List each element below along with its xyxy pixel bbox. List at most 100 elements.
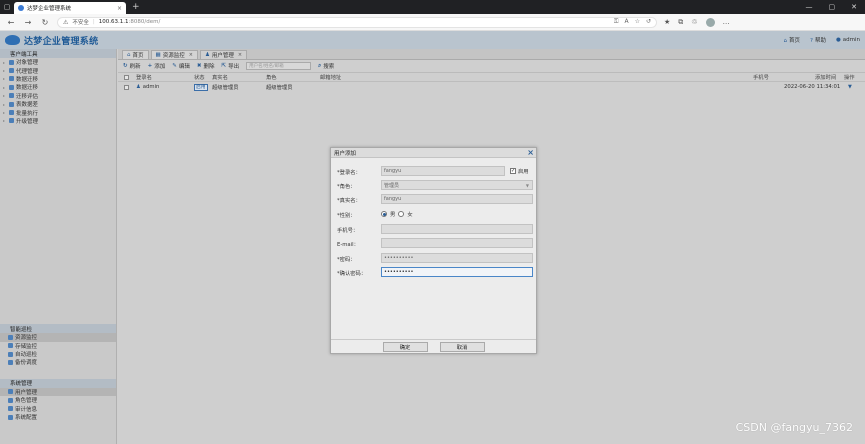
home-icon: ⌂ xyxy=(783,38,788,44)
monitor-icon xyxy=(8,334,13,340)
realname-label: *真实名： xyxy=(337,198,361,204)
column-phone[interactable]: 手机号 xyxy=(753,73,769,81)
phone-field[interactable] xyxy=(381,224,533,234)
add-button[interactable]: + 添加 xyxy=(148,62,166,70)
add-favorite-icon[interactable]: ☆ xyxy=(635,18,640,26)
sidebar-item-diff[interactable]: ▸ 表数据差 xyxy=(0,100,116,108)
user-menu[interactable]: ● admin xyxy=(836,37,860,43)
gender-radio-group: 男 女 xyxy=(381,210,413,218)
sidebar-item-object[interactable]: ▸ 对象管理 xyxy=(0,58,116,66)
cell-login: admin xyxy=(142,84,160,90)
panel-header-system[interactable]: 系统管理 xyxy=(0,378,116,388)
close-icon[interactable]: × xyxy=(527,148,534,157)
cloud-logo-icon xyxy=(5,35,20,45)
sidebar-item-upgrade[interactable]: ▸ 升级管理 xyxy=(0,117,116,125)
users-icon: ♟ xyxy=(204,52,210,58)
enable-toggle[interactable]: ✓ 启用 xyxy=(510,167,529,175)
chevron-down-icon[interactable]: ▼ xyxy=(848,84,852,90)
sidebar-item-roles[interactable]: 角色管理 xyxy=(0,396,116,404)
select-all-checkbox[interactable] xyxy=(124,74,129,80)
search-button[interactable]: ⌕ 搜索 xyxy=(318,62,334,71)
sidebar-item-auto-inspect[interactable]: 自动巡检 xyxy=(0,350,116,358)
column-role[interactable]: 角色 xyxy=(266,73,277,81)
role-select[interactable]: 管理员 ▼ xyxy=(381,180,533,190)
female-radio[interactable] xyxy=(398,211,405,217)
close-window-icon[interactable]: ✕ xyxy=(851,3,857,11)
window-menu-icon[interactable]: ▢ xyxy=(0,0,14,14)
refresh-page-icon[interactable]: ↺ xyxy=(646,18,651,26)
refresh-icon: ↻ xyxy=(123,63,128,69)
config-icon xyxy=(8,414,13,420)
male-radio[interactable] xyxy=(381,211,387,217)
column-action[interactable]: 操作 xyxy=(844,73,855,81)
panel-header-inspect[interactable]: 智能巡检 xyxy=(0,324,116,334)
collections-icon[interactable]: ⧉ xyxy=(678,18,683,27)
user-icon: ♟ xyxy=(136,84,141,90)
table-row[interactable]: ♟ admin 启用 超级管理员 超级管理员 2022-06-20 11:34:0… xyxy=(118,82,865,92)
password-field[interactable]: •••••••••• xyxy=(381,253,533,263)
close-tab-icon[interactable]: × xyxy=(117,5,122,12)
sidebar-item-storage-monitor[interactable]: 存储监控 xyxy=(0,342,116,350)
folder-icon xyxy=(9,84,14,90)
realname-field[interactable]: fangyu xyxy=(381,194,533,204)
sidebar-item-batch[interactable]: ▸ 批量执行 xyxy=(0,108,116,117)
cancel-button[interactable]: 取消 xyxy=(439,341,485,352)
chevron-down-icon: ▼ xyxy=(525,182,529,188)
close-icon[interactable]: × xyxy=(189,52,193,58)
cell-role: 超级管理员 xyxy=(266,85,293,91)
enable-checkbox[interactable]: ✓ xyxy=(510,168,516,174)
row-checkbox[interactable] xyxy=(124,84,129,90)
sidebar-item-audit[interactable]: 审计信息 xyxy=(0,404,116,413)
more-icon[interactable]: … xyxy=(723,18,730,27)
edit-button[interactable]: ✎ 编辑 xyxy=(172,62,190,70)
maximize-icon[interactable]: ▢ xyxy=(829,3,836,11)
refresh-button[interactable]: ↻ 刷新 xyxy=(123,62,141,70)
tab-resource-monitor[interactable]: ▦ 资源监控 × xyxy=(150,50,198,59)
email-field[interactable] xyxy=(381,238,533,248)
close-icon[interactable]: × xyxy=(238,52,242,58)
tab-user-management[interactable]: ♟ 用户管理 × xyxy=(199,50,248,59)
sidebar-item-agent[interactable]: ▸ 代理管理 xyxy=(0,66,116,75)
user-add-dialog: 用户添加 × *登录名： fangyu ✓ 启用 *角色： 管理员 ▼ *真实名： … xyxy=(330,147,537,354)
export-button[interactable]: ⇱ 导出 xyxy=(222,62,240,70)
gender-label: *性别： xyxy=(337,213,356,219)
reload-icon[interactable]: ↻ xyxy=(40,18,50,27)
sidebar-item-resource-monitor[interactable]: 资源监控 xyxy=(0,333,116,342)
forward-icon[interactable]: → xyxy=(23,18,33,27)
login-field[interactable]: fangyu xyxy=(381,166,505,176)
back-icon[interactable]: ← xyxy=(6,18,16,27)
favorites-icon[interactable]: ★ xyxy=(664,18,670,27)
sidebar-item-migrate[interactable]: ▸ 数据迁移 xyxy=(0,75,116,83)
url-field[interactable]: ⚠ 不安全 | 100.63.1.1:8080/dem/ ⚿ A ☆ ↺ xyxy=(57,16,657,28)
sidebar-item-config[interactable]: 系统配置 xyxy=(0,413,116,421)
browser-tab[interactable]: 达梦企业管理系统 × xyxy=(14,2,126,14)
panel-header-client-tools[interactable]: 客户端工具 xyxy=(0,49,116,58)
extensions-icon[interactable]: ♲ xyxy=(691,18,697,27)
profile-avatar[interactable] xyxy=(705,17,715,27)
read-aloud-icon[interactable]: A xyxy=(624,18,628,26)
page-tabs: ⌂ 首页 ▦ 资源监控 × ♟ 用户管理 × xyxy=(118,49,865,60)
search-input[interactable]: 用户名/姓名/邮箱 xyxy=(246,62,312,70)
row-gender: *性别： 男 女 xyxy=(331,209,538,220)
sidebar-item-assess[interactable]: ▸ 迁移评估 xyxy=(0,92,116,100)
sidebar-item-backup[interactable]: 备份调度 xyxy=(0,358,116,366)
sidebar-item-migrate-2[interactable]: ▸ 数据迁移 xyxy=(0,83,116,91)
column-status[interactable]: 状态 xyxy=(194,73,205,81)
column-realname[interactable]: 真实名 xyxy=(212,73,228,81)
ok-button[interactable]: 确定 xyxy=(382,341,428,352)
column-added[interactable]: 添加时间 xyxy=(815,73,836,81)
minimize-icon[interactable]: — xyxy=(806,3,813,11)
help-link[interactable]: ? 帮助 xyxy=(810,36,826,44)
folder-icon xyxy=(9,118,14,124)
new-tab-icon[interactable]: + xyxy=(132,2,140,12)
row-role: *角色： 管理员 ▼ xyxy=(331,180,538,191)
delete-button[interactable]: ✖ 删除 xyxy=(197,62,215,70)
sidebar-item-users[interactable]: 用户管理 xyxy=(0,387,116,397)
home-link[interactable]: ⌂ 首页 xyxy=(784,36,801,44)
confirm-password-field[interactable]: •••••••••• xyxy=(381,267,533,277)
column-email[interactable]: 邮箱地址 xyxy=(320,73,341,81)
column-login[interactable]: 登录名 xyxy=(136,73,152,81)
tab-home[interactable]: ⌂ 首页 xyxy=(122,50,149,59)
cell-added: 2022-06-20 11:34:01 xyxy=(784,84,841,90)
key-icon[interactable]: ⚿ xyxy=(614,18,619,26)
